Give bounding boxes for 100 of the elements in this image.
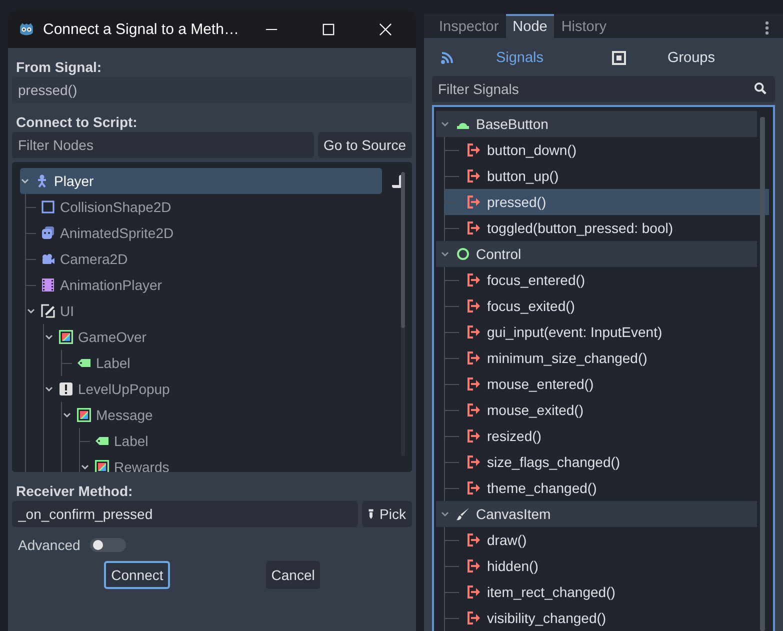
pipette-icon <box>368 508 374 520</box>
tree-item-label[interactable]: Player <box>54 173 94 189</box>
signal-item-label[interactable]: pressed() <box>487 194 546 210</box>
chevron-icon[interactable] <box>440 119 450 129</box>
receiver-method-label: Receiver Method: <box>15 482 134 497</box>
signal-arrow-icon <box>467 585 481 599</box>
panel-tab[interactable]: Groups <box>604 42 775 74</box>
signal-waves-icon <box>440 51 454 65</box>
connect-to-script-label: Connect to Script: <box>15 113 138 128</box>
from-signal-label: From Signal: <box>15 58 103 73</box>
signal-item-label[interactable]: button_up() <box>487 168 559 184</box>
connect-button[interactable]: Connect <box>104 561 170 589</box>
signal-item-label[interactable]: item_rect_changed() <box>487 584 616 600</box>
signal-item-label[interactable]: draw() <box>487 532 527 548</box>
signal-item-label[interactable]: visibility_changed() <box>487 610 606 626</box>
signal-arrow-icon <box>467 481 481 495</box>
dock-tab[interactable]: History <box>554 14 614 38</box>
signal-arrow-icon <box>467 273 481 287</box>
tag-icon <box>77 356 91 370</box>
signal-item-label[interactable]: theme_changed() <box>487 480 597 496</box>
advanced-label: Advanced <box>18 537 80 553</box>
signal-group-label[interactable]: BaseButton <box>476 116 548 132</box>
panel-tab[interactable]: Signals <box>432 42 604 74</box>
signal-field[interactable]: pressed() <box>12 77 412 103</box>
container-icon <box>95 460 109 472</box>
cancel-button[interactable]: Cancel <box>266 561 320 589</box>
signal-item-label[interactable]: focus_exited() <box>487 298 575 314</box>
signal-arrow-icon <box>467 195 481 209</box>
signal-item-label[interactable]: minimum_size_changed() <box>487 350 648 366</box>
signal-item-label[interactable]: resized() <box>487 428 542 444</box>
scrollbar[interactable] <box>401 172 405 456</box>
signal-arrow-icon <box>467 325 481 339</box>
container-icon <box>77 408 91 422</box>
tag-icon <box>95 434 109 448</box>
signal-group-label[interactable]: CanvasItem <box>476 506 551 522</box>
chevron-icon[interactable] <box>20 176 30 186</box>
tree-item-label[interactable]: UI <box>60 303 74 319</box>
signal-arrow-icon <box>467 403 481 417</box>
signal-arrow-icon <box>467 169 481 183</box>
signal-arrow-icon <box>467 455 481 469</box>
film-icon <box>41 278 55 292</box>
scrollbar[interactable] <box>760 117 765 631</box>
chevron-icon[interactable] <box>26 306 36 316</box>
character-icon <box>35 174 49 188</box>
signal-arrow-icon <box>467 377 481 391</box>
tree-item-label[interactable]: AnimatedSprite2D <box>60 225 174 241</box>
more-icon[interactable] <box>765 21 769 35</box>
chevron-icon[interactable] <box>80 462 90 472</box>
pick-button[interactable]: Pick <box>362 501 412 527</box>
maximize-icon[interactable] <box>322 22 335 36</box>
pencil-frame-icon <box>41 304 55 318</box>
tree-item-label[interactable]: Camera2D <box>60 251 128 267</box>
tree-item-label[interactable]: CollisionShape2D <box>60 199 172 215</box>
square-icon <box>41 200 55 214</box>
circle-icon <box>456 247 470 261</box>
tree-item-label[interactable]: Rewards <box>114 459 170 472</box>
camera-icon <box>41 252 55 266</box>
signal-item-label[interactable]: mouse_exited() <box>487 402 584 418</box>
signal-arrow-icon <box>467 221 481 235</box>
signal-item-label[interactable]: button_down() <box>487 142 577 158</box>
advanced-toggle[interactable] <box>90 538 126 552</box>
chevron-icon[interactable] <box>62 410 72 420</box>
tree-item-label[interactable]: Label <box>114 433 148 449</box>
signal-item-label[interactable]: mouse_entered() <box>487 376 594 392</box>
search-icon <box>754 82 767 95</box>
receiver-method-field[interactable]: _on_confirm_pressed <box>12 501 358 527</box>
exclamation-icon <box>59 382 73 396</box>
signal-arrow-icon <box>467 559 481 573</box>
filter-signals-field[interactable]: Filter Signals <box>432 76 775 102</box>
signal-item-label[interactable]: hidden() <box>487 558 538 574</box>
signal-group-label[interactable]: Control <box>476 246 522 262</box>
signal-arrow-icon <box>467 351 481 365</box>
signal-item-label[interactable]: size_flags_changed() <box>487 454 620 470</box>
signal-arrow-icon <box>467 611 481 625</box>
close-icon[interactable] <box>379 22 392 36</box>
robot-logo-icon <box>18 20 35 38</box>
container-icon <box>59 330 73 344</box>
tree-item-label[interactable]: Label <box>96 355 130 371</box>
dock-tab[interactable]: Node <box>506 14 554 38</box>
tree-item-label[interactable]: LevelUpPopup <box>78 381 170 397</box>
chevron-icon[interactable] <box>44 384 54 394</box>
signal-arrow-icon <box>467 429 481 443</box>
chevron-icon[interactable] <box>44 332 54 342</box>
signal-item-label[interactable]: focus_entered() <box>487 272 586 288</box>
window-title: Connect a Signal to a Meth… <box>43 20 240 38</box>
go-to-source-button[interactable]: Go to Source <box>318 132 412 158</box>
signal-arrow-icon <box>467 299 481 313</box>
tree-item-label[interactable]: AnimationPlayer <box>60 277 162 293</box>
chevron-icon[interactable] <box>440 249 450 259</box>
tree-item-label[interactable]: GameOver <box>78 329 146 345</box>
signal-arrow-icon <box>467 533 481 547</box>
chevron-icon[interactable] <box>440 509 450 519</box>
signal-item-label[interactable]: gui_input(event: InputEvent) <box>487 324 662 340</box>
signal-arrow-icon <box>467 143 481 157</box>
signal-item-label[interactable]: toggled(button_pressed: bool) <box>487 220 674 236</box>
brush-icon <box>456 507 470 521</box>
dock-tab[interactable]: Inspector <box>432 14 506 38</box>
tree-item-label[interactable]: Message <box>96 407 153 423</box>
filter-nodes-field[interactable]: Filter Nodes <box>12 132 314 158</box>
sprite-icon <box>41 226 55 240</box>
